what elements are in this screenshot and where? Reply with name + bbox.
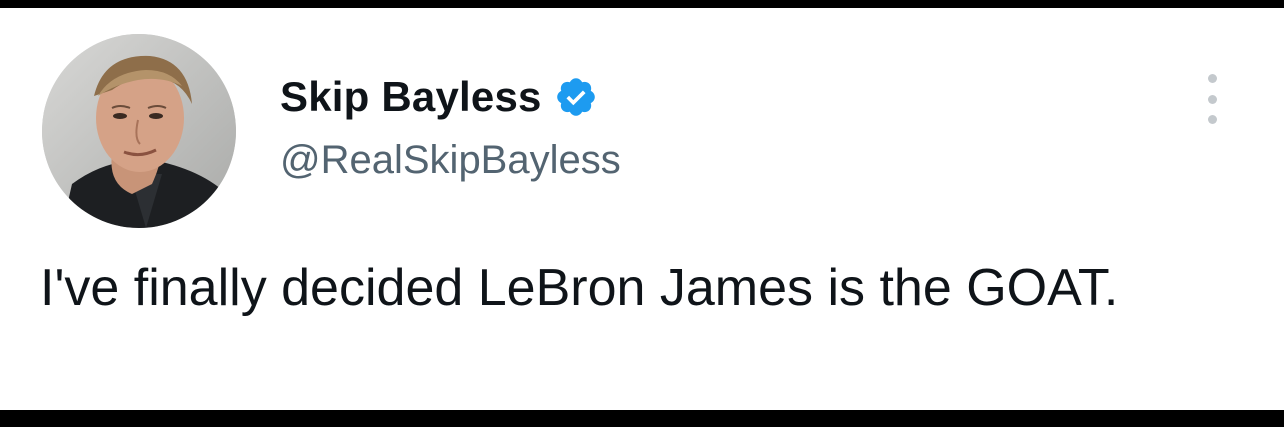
author-display-name[interactable]: Skip Bayless bbox=[280, 73, 542, 121]
verified-badge-icon bbox=[554, 75, 598, 119]
more-options-icon[interactable] bbox=[1200, 74, 1224, 124]
tweet-card: Skip Bayless @RealSkipBayless I've final… bbox=[0, 8, 1284, 410]
tweet-text: I've finally decided LeBron James is the… bbox=[40, 259, 1119, 317]
author-name-row[interactable]: Skip Bayless bbox=[280, 72, 598, 122]
avatar[interactable] bbox=[42, 34, 236, 228]
more-dot bbox=[1207, 94, 1217, 104]
author-handle[interactable]: @RealSkipBayless bbox=[280, 138, 621, 183]
more-dot bbox=[1207, 115, 1217, 124]
more-dot bbox=[1207, 74, 1217, 83]
avatar-image bbox=[42, 34, 236, 228]
